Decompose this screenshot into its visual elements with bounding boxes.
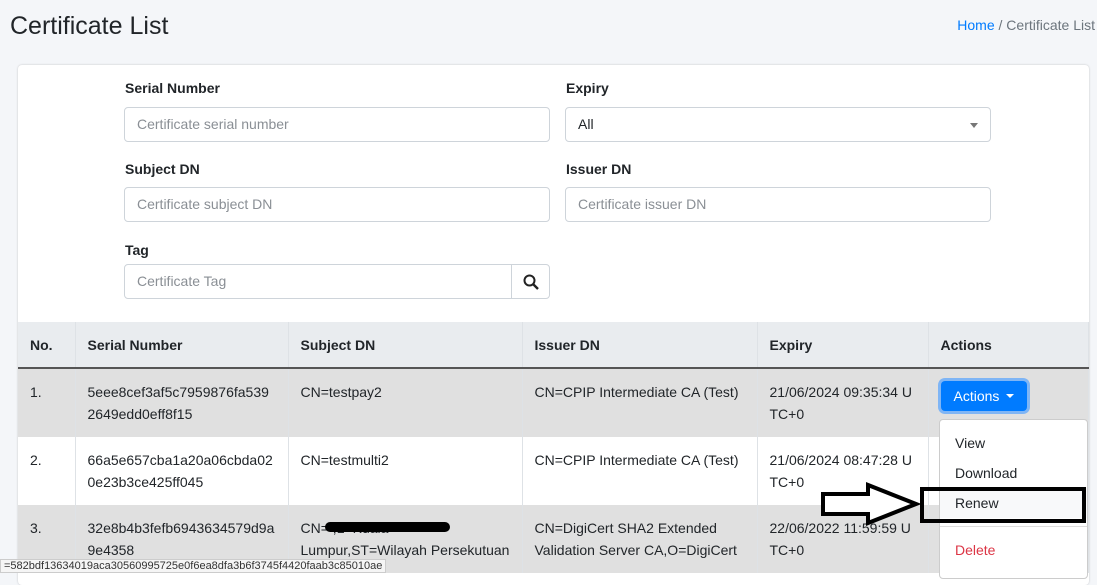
col-expiry: Expiry — [757, 322, 929, 369]
serial-input[interactable]: Certificate serial number — [124, 107, 550, 142]
cell-no: 2. — [18, 437, 76, 505]
subject-input[interactable]: Certificate subject DN — [124, 187, 550, 222]
breadcrumb-current: Certificate List — [1006, 17, 1095, 33]
issuer-label: Issuer DN — [566, 161, 632, 177]
search-icon — [523, 274, 539, 290]
expiry-value: All — [578, 116, 594, 132]
table-row: 1. 5eee8cef3af5c7959876fa5392649edd0eff8… — [18, 368, 1089, 437]
cell-expiry: 21/06/2024 09:35:34 UTC+0 — [757, 368, 929, 437]
expiry-select[interactable]: All — [565, 107, 991, 142]
redaction-bar — [325, 522, 450, 532]
cell-no: 1. — [18, 368, 76, 437]
menu-item-download[interactable]: Download — [940, 458, 1087, 488]
cell-serial: 66a5e657cba1a20a06cbda020e23b3ce425ff045 — [75, 437, 289, 505]
tag-input[interactable]: Certificate Tag — [124, 264, 512, 299]
issuer-input[interactable]: Certificate issuer DN — [565, 187, 991, 222]
actions-label: Actions — [953, 388, 1000, 404]
cell-issuer: CN=DigiCert SHA2 Extended Validation Ser… — [522, 505, 758, 573]
actions-button[interactable]: Actions — [940, 381, 1028, 411]
menu-divider — [940, 526, 1087, 527]
search-button[interactable] — [511, 264, 550, 299]
caret-down-icon — [970, 123, 978, 128]
col-serial: Serial Number — [75, 322, 289, 369]
highlight-box — [920, 487, 1086, 523]
breadcrumb: Home / Certificate List — [957, 17, 1095, 33]
col-subject: Subject DN — [288, 322, 523, 369]
cell-issuer: CN=CPIP Intermediate CA (Test) — [522, 437, 758, 505]
cell-subject: CN=testpay2 — [288, 368, 523, 437]
breadcrumb-sep: / — [998, 17, 1003, 33]
cell-serial: 5eee8cef3af5c7959876fa5392649edd0eff8f15 — [75, 368, 289, 437]
menu-item-delete[interactable]: Delete — [940, 535, 1087, 565]
menu-item-view[interactable]: View — [940, 428, 1087, 458]
col-issuer: Issuer DN — [522, 322, 758, 369]
subject-label: Subject DN — [125, 161, 200, 177]
certificate-table: No. Serial Number Subject DN Issuer DN E… — [18, 322, 1089, 573]
cell-issuer: CN=CPIP Intermediate CA (Test) — [522, 368, 758, 437]
expiry-label: Expiry — [566, 80, 609, 96]
serial-label: Serial Number — [125, 80, 220, 96]
breadcrumb-home[interactable]: Home — [957, 17, 994, 33]
cell-subject: CN=testmulti2 — [288, 437, 523, 505]
tag-label: Tag — [125, 242, 149, 258]
caret-down-icon — [1006, 394, 1015, 398]
arrow-right-icon — [821, 482, 920, 526]
col-no: No. — [18, 322, 76, 369]
page-title: Certificate List — [10, 12, 169, 40]
col-actions: Actions — [928, 322, 1089, 369]
